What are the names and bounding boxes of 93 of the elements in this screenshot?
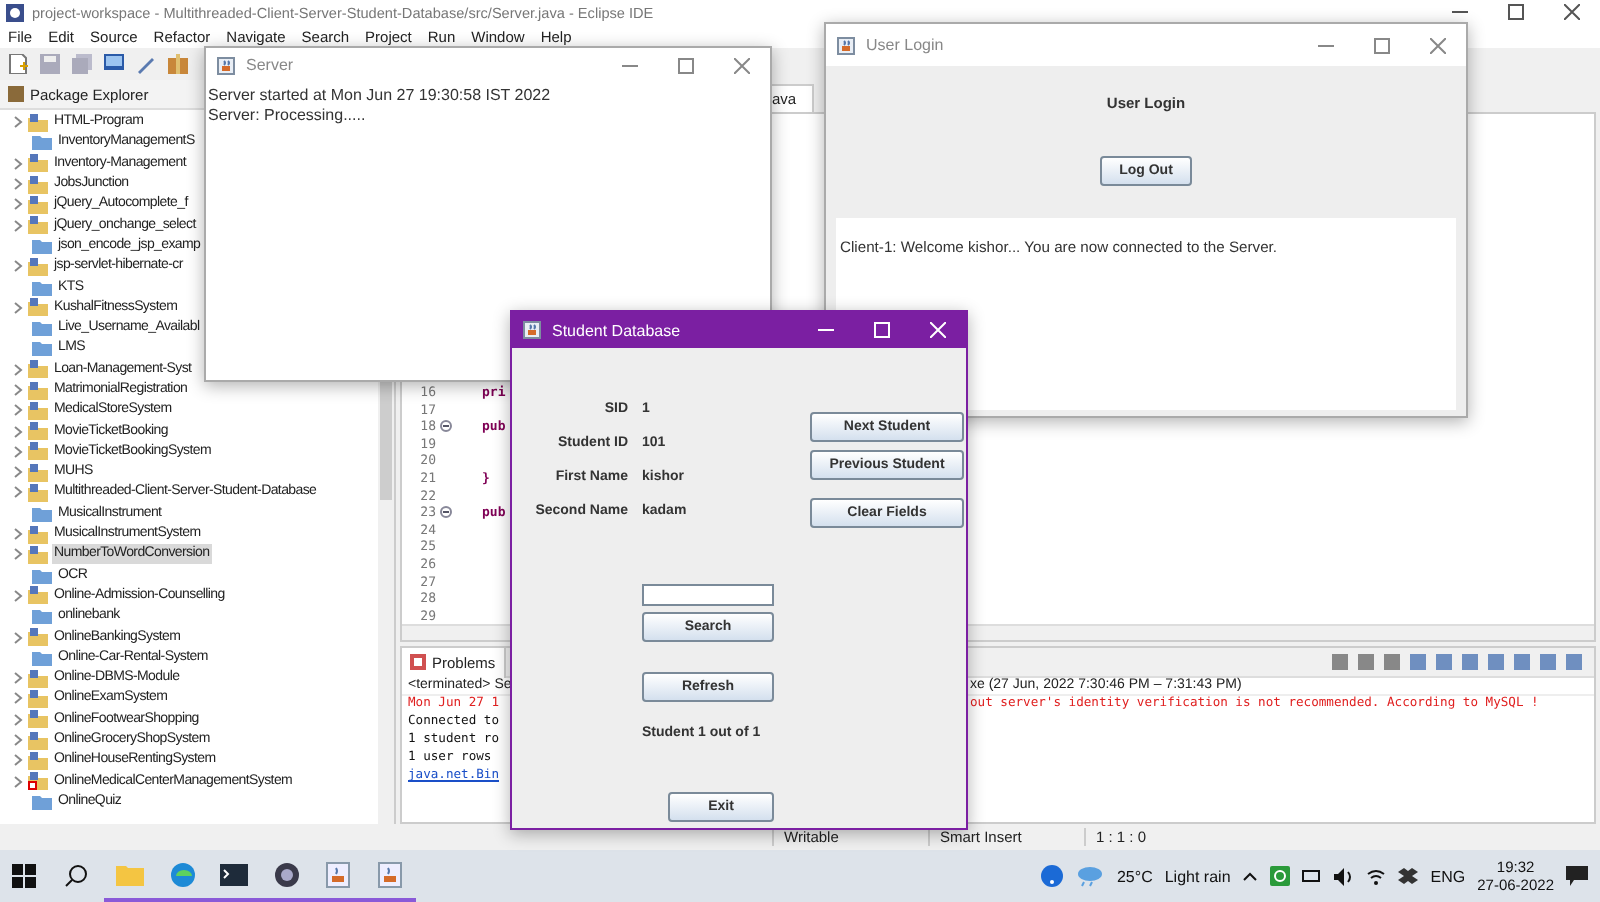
project-folder-icon bbox=[28, 422, 48, 441]
pencil-icon[interactable] bbox=[136, 54, 156, 74]
weather-text: Light rain bbox=[1164, 867, 1231, 885]
maximize-icon bbox=[874, 322, 890, 338]
toolbar-square-icon[interactable] bbox=[1488, 654, 1504, 671]
maximize-icon bbox=[1508, 4, 1524, 20]
chevron-icon[interactable] bbox=[12, 114, 24, 131]
project-folder-icon bbox=[28, 689, 48, 708]
project-folder-icon bbox=[28, 710, 48, 729]
window-title: Student Database bbox=[552, 321, 683, 339]
maximize-icon bbox=[1374, 37, 1390, 53]
scrollbar-thumb[interactable] bbox=[380, 380, 392, 500]
project-folder-icon bbox=[28, 463, 48, 482]
toolbar-square-icon[interactable] bbox=[1436, 654, 1452, 671]
help-icon[interactable] bbox=[1040, 864, 1065, 888]
caret-up-icon[interactable] bbox=[1242, 870, 1259, 882]
square-app-icon[interactable] bbox=[1270, 866, 1291, 886]
wifi-icon[interactable] bbox=[1366, 867, 1387, 885]
project-folder-icon bbox=[28, 154, 48, 173]
speaker-icon[interactable] bbox=[1334, 867, 1355, 885]
project-folder-icon bbox=[28, 483, 48, 502]
project-folder-icon bbox=[28, 113, 48, 132]
toolbar-square-icon[interactable] bbox=[1540, 654, 1556, 671]
package-icon[interactable] bbox=[168, 54, 188, 74]
chevron-icon[interactable] bbox=[12, 299, 24, 316]
folder-icon bbox=[32, 237, 52, 254]
coffee-cup-icon bbox=[378, 861, 402, 887]
toolbar-square-icon[interactable] bbox=[1358, 654, 1374, 671]
monitor-icon[interactable] bbox=[104, 54, 124, 74]
folder-icon bbox=[32, 134, 52, 151]
collapse-icon[interactable] bbox=[440, 506, 452, 519]
log-line: Server started at Mon Jun 27 19:30:58 IST 2022 bbox=[208, 86, 553, 105]
close-icon bbox=[734, 57, 750, 73]
toolbar-square-icon[interactable] bbox=[1332, 654, 1348, 671]
project-folder-icon bbox=[28, 257, 48, 276]
collapse-icon[interactable] bbox=[440, 420, 452, 433]
chevron-icon[interactable] bbox=[12, 587, 24, 604]
toolbar-square-icon[interactable] bbox=[1462, 654, 1478, 671]
folder-icon bbox=[32, 505, 52, 522]
temperature: 25°C bbox=[1116, 867, 1153, 885]
folder-icon bbox=[32, 608, 52, 625]
project-folder-icon bbox=[28, 195, 48, 214]
window-title: Server bbox=[246, 56, 296, 74]
chevron-icon[interactable] bbox=[12, 629, 24, 646]
window-title: User Login bbox=[866, 36, 946, 54]
coffee-cup-icon bbox=[836, 35, 856, 55]
project-folder-icon bbox=[28, 381, 48, 399]
save-all-icon[interactable] bbox=[72, 54, 92, 74]
folder-icon bbox=[32, 279, 52, 296]
search-icon[interactable] bbox=[64, 864, 88, 888]
coffee-cup-icon bbox=[216, 55, 236, 75]
new-file-icon[interactable] bbox=[8, 54, 28, 74]
browser-icon bbox=[169, 861, 195, 887]
search-field[interactable] bbox=[642, 584, 774, 606]
project-folder-icon bbox=[28, 669, 48, 688]
project-folder-icon bbox=[28, 298, 48, 317]
cloud-rain-icon bbox=[1076, 864, 1105, 888]
folder-icon bbox=[32, 793, 52, 810]
project-error-icon bbox=[28, 772, 48, 791]
notification-icon[interactable] bbox=[1566, 866, 1588, 886]
coffee-cup-icon bbox=[326, 861, 350, 887]
project-folder-icon bbox=[28, 360, 48, 379]
save-icon[interactable] bbox=[40, 54, 60, 74]
toolbar-square-icon[interactable] bbox=[1410, 654, 1426, 671]
coffee-cup-icon bbox=[522, 320, 542, 340]
project-folder-icon bbox=[28, 175, 48, 194]
project-folder-icon bbox=[28, 731, 48, 750]
project-folder-icon bbox=[28, 525, 48, 544]
toolbar-square-icon[interactable] bbox=[1514, 654, 1530, 671]
project-folder-icon bbox=[28, 216, 48, 235]
package-icon bbox=[8, 86, 24, 102]
project-folder-icon bbox=[28, 545, 48, 564]
chevron-icon[interactable] bbox=[12, 258, 24, 275]
folder-icon bbox=[32, 567, 52, 584]
language-indicator[interactable]: ENG bbox=[1430, 867, 1466, 885]
close-icon bbox=[1564, 4, 1580, 20]
terminal-icon bbox=[220, 863, 248, 885]
maximize-icon bbox=[678, 57, 694, 73]
close-icon bbox=[930, 322, 946, 338]
folder-icon bbox=[116, 862, 144, 886]
record-icon bbox=[273, 861, 299, 887]
folder-icon bbox=[32, 649, 52, 666]
project-folder-icon bbox=[28, 751, 48, 770]
project-folder-icon bbox=[28, 442, 48, 461]
close-icon bbox=[1430, 37, 1446, 53]
project-folder-icon bbox=[28, 401, 48, 420]
toolbar-square-icon[interactable] bbox=[1566, 654, 1582, 671]
project-folder-icon bbox=[28, 586, 48, 605]
warning-list-icon bbox=[410, 654, 426, 671]
windows-logo-icon[interactable] bbox=[12, 864, 36, 888]
log-line: Server: Processing..... bbox=[208, 105, 368, 124]
project-folder-icon bbox=[28, 628, 48, 647]
toolbar-square-icon[interactable] bbox=[1384, 654, 1400, 671]
